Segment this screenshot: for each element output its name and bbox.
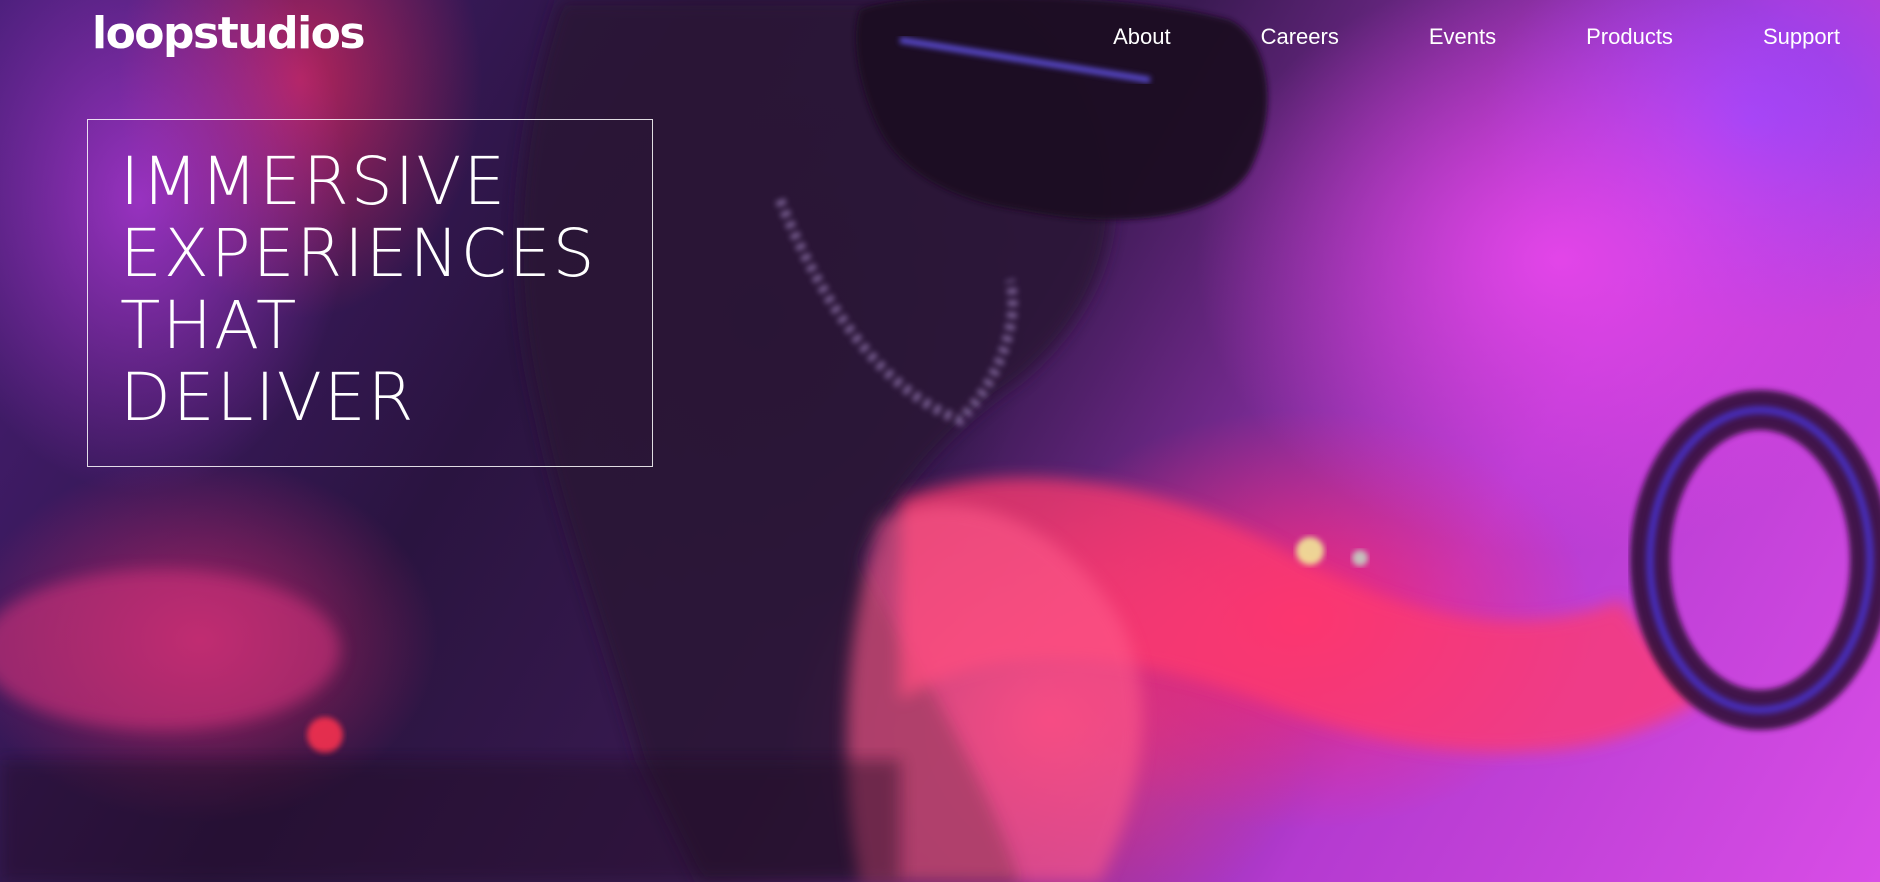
hero-headline: IMMERSIVE EXPERIENCES THAT DELIVER <box>120 146 597 434</box>
nav-link-careers[interactable]: Careers <box>1261 22 1339 52</box>
nav-link-events[interactable]: Events <box>1429 22 1496 52</box>
nav-link-products[interactable]: Products <box>1586 22 1673 52</box>
main-navigation: About Careers Events Products Support <box>1113 22 1840 52</box>
site-header: loopstudios About Careers Events Product… <box>0 0 1880 80</box>
headline-line-1: IMMERSIVE <box>120 143 508 220</box>
nav-link-about[interactable]: About <box>1113 22 1171 52</box>
nav-link-support[interactable]: Support <box>1763 22 1840 52</box>
hero-section: loopstudios About Careers Events Product… <box>0 0 1880 882</box>
headline-line-4: DELIVER <box>120 359 416 436</box>
brand-logo[interactable]: loopstudios <box>92 6 366 62</box>
headline-line-3: THAT <box>120 287 299 364</box>
hero-headline-box: IMMERSIVE EXPERIENCES THAT DELIVER <box>87 119 653 467</box>
headline-line-2: EXPERIENCES <box>120 215 597 292</box>
